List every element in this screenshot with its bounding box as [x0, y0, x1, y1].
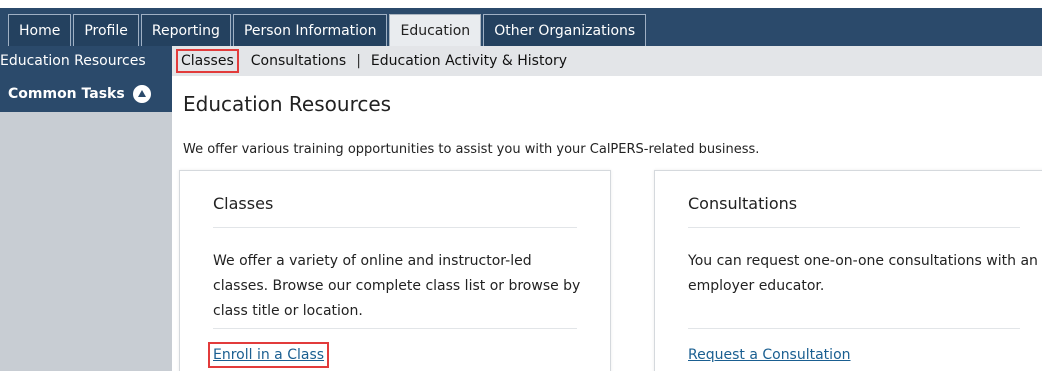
consultations-card: Consultations You can request one-on-one…	[654, 170, 1042, 371]
main-content: Education Resources We offer various tra…	[172, 76, 1042, 371]
enroll-in-class-link[interactable]: Enroll in a Class	[207, 342, 330, 368]
request-consultation-link[interactable]: Request a Consultation	[688, 347, 851, 363]
subnav-link-classes[interactable]: Classes	[176, 49, 239, 73]
classes-card: Classes We offer a variety of online and…	[179, 170, 611, 371]
classes-card-body: We offer a variety of online and instruc…	[213, 253, 581, 319]
collapse-arrow-icon[interactable]	[132, 85, 151, 103]
sidebar: Common Tasks	[0, 76, 172, 371]
subnav-separator: |	[356, 53, 361, 69]
consultations-card-body: You can request one-on-one consultations…	[688, 253, 1038, 294]
divider	[688, 328, 1020, 329]
intro-text: We offer various training opportunities …	[183, 142, 760, 157]
tab-person-information[interactable]: Person Information	[232, 14, 388, 46]
page-title: Education Resources	[183, 92, 392, 116]
common-tasks-label: Common Tasks	[8, 86, 125, 102]
main-tab-strip: Home Profile Reporting Person Informatio…	[0, 8, 647, 46]
tab-home[interactable]: Home	[8, 14, 72, 46]
subnav-links: Classes Consultations | Education Activi…	[172, 49, 567, 73]
subnav-link-consultations[interactable]: Consultations	[251, 53, 346, 69]
top-navigation: Home Profile Reporting Person Informatio…	[0, 0, 1042, 46]
divider	[213, 328, 577, 329]
tab-profile[interactable]: Profile	[73, 14, 139, 46]
sub-navigation: Education Resources Classes Consultation…	[0, 46, 1042, 76]
tab-reporting[interactable]: Reporting	[140, 14, 231, 46]
subnav-link-education-activity-history[interactable]: Education Activity & History	[371, 53, 567, 69]
divider	[213, 227, 577, 228]
classes-card-title: Classes	[213, 194, 274, 213]
divider	[688, 227, 1020, 228]
tab-education[interactable]: Education	[389, 14, 482, 46]
tab-other-organizations[interactable]: Other Organizations	[483, 14, 647, 46]
common-tasks-toggle[interactable]: Common Tasks	[0, 76, 172, 112]
section-label-text: Education Resources	[0, 53, 146, 69]
subnav-section-label: Education Resources	[0, 46, 172, 76]
consultations-card-title: Consultations	[688, 194, 798, 213]
